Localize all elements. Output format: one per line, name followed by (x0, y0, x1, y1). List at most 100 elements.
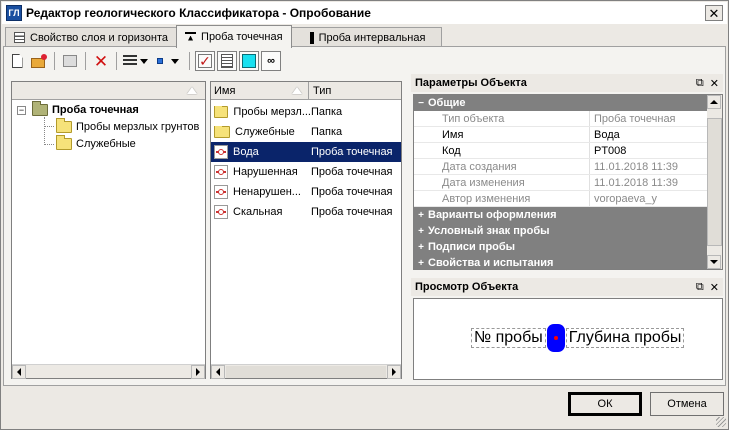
app-icon: ГЛ (6, 5, 22, 21)
tab-interval-sample[interactable]: Проба интервальная (290, 27, 443, 47)
column-header-type[interactable]: Тип (309, 85, 331, 97)
scroll-right-button[interactable] (191, 364, 205, 379)
tab-strip: Свойство слоя и горизонта Проба точечная… (5, 25, 443, 48)
ok-button[interactable]: ОК (568, 392, 642, 416)
property-group-symbol[interactable]: + Условный знак пробы (414, 223, 707, 239)
tree-item-service[interactable]: Служебные (56, 135, 136, 153)
chevron-down-icon (170, 58, 179, 64)
property-row[interactable]: Имя Вода (414, 127, 707, 143)
layers-icon (14, 32, 25, 43)
close-icon[interactable]: ✕ (710, 281, 719, 294)
add-folder-button[interactable] (29, 51, 49, 71)
scroll-thumb[interactable] (226, 365, 386, 378)
list-item[interactable]: Скальная Проба точечная (211, 202, 401, 222)
point-style-button[interactable] (154, 51, 184, 71)
scroll-left-button[interactable] (12, 364, 26, 379)
dock-icon[interactable]: ⧉ (696, 77, 704, 90)
sort-icon (292, 87, 302, 94)
tree-hscrollbar[interactable] (12, 364, 205, 379)
scroll-left-button[interactable] (211, 364, 225, 379)
color-button[interactable] (239, 51, 259, 71)
check-button[interactable]: ✓ (195, 51, 215, 71)
scroll-down-button[interactable] (707, 255, 721, 269)
sample-icon (214, 205, 228, 219)
preview-title-bar: Просмотр Объекта ⧉ ✕ (411, 278, 723, 296)
text-button[interactable] (217, 51, 237, 71)
list-item[interactable]: Ненарушен... Проба точечная (211, 182, 401, 202)
list-item-selected[interactable]: Вода Проба точечная (211, 142, 401, 162)
property-vscrollbar[interactable] (707, 95, 722, 269)
collapse-icon[interactable]: − (17, 105, 26, 115)
find-button[interactable]: ∞ (261, 51, 281, 71)
tree-line (44, 126, 54, 127)
text-icon (221, 54, 233, 68)
list-item[interactable]: Служебные Папка (211, 122, 401, 142)
arrow-right-icon (196, 367, 200, 376)
scroll-thumb[interactable] (707, 118, 722, 246)
tree-item-root[interactable]: − Проба точечная (17, 101, 139, 119)
move-up-button[interactable] (60, 51, 80, 71)
tree-item-frozen-soils[interactable]: Пробы мерзлых грунтов (56, 118, 199, 136)
tree-pane[interactable]: − Проба точечная Пробы мерзлых грунтов С… (11, 81, 206, 379)
toolbar-separator (189, 52, 190, 70)
arrow-down-icon (710, 260, 718, 264)
close-window-button[interactable]: ✕ (705, 5, 723, 21)
sample-marker-icon (546, 324, 565, 352)
binoculars-icon: ∞ (267, 55, 275, 67)
dock-icon[interactable]: ⧉ (696, 281, 704, 294)
folder-icon (214, 126, 230, 138)
list-item[interactable]: Нарушенная Проба точечная (211, 162, 401, 182)
property-grid[interactable]: − Общие Тип объекта Проба точечная Имя В… (413, 94, 723, 270)
resize-grip[interactable] (716, 417, 726, 427)
sample-icon (214, 165, 228, 179)
property-row: Дата изменения 11.01.2018 11:39 (414, 175, 707, 191)
tab-point-sample[interactable]: Проба точечная (176, 25, 292, 48)
sample-icon (214, 145, 228, 159)
add-folder-icon (31, 54, 47, 68)
arrow-up-icon (710, 100, 718, 104)
list-pane[interactable]: Имя Тип Пробы мерзл... Папка Служебные П… (210, 81, 402, 379)
folder-open-icon (32, 101, 48, 116)
editor-window: ГЛ Редактор геологического Классификатор… (0, 0, 729, 430)
tree-line (44, 144, 54, 145)
expand-icon: + (418, 225, 424, 237)
properties-panel: Параметры Объекта ⧉ ✕ − Общие Тип объект… (411, 74, 723, 271)
list-view-button[interactable] (122, 51, 152, 71)
tree-header[interactable] (12, 82, 205, 100)
expand-icon: + (418, 257, 424, 269)
toolbar-separator (54, 52, 55, 70)
color-icon (242, 54, 256, 68)
chevron-down-icon (140, 58, 148, 64)
property-group-styles[interactable]: + Варианты оформления (414, 207, 707, 223)
delete-button[interactable]: ✕ (91, 51, 111, 71)
move-up-icon (63, 55, 77, 67)
list-hscrollbar[interactable] (211, 364, 401, 379)
arrow-left-icon (17, 367, 21, 376)
cancel-button[interactable]: Отмена (650, 392, 724, 416)
window-title: Редактор геологического Классификатора -… (26, 6, 371, 20)
property-group-labels[interactable]: + Подписи пробы (414, 239, 707, 255)
properties-title-bar: Параметры Объекта ⧉ ✕ (411, 74, 723, 92)
delete-icon: ✕ (93, 51, 109, 71)
folder-icon (214, 106, 229, 118)
sample-number-label: № пробы (471, 328, 546, 348)
property-row[interactable]: Код PT008 (414, 143, 707, 159)
column-header-name[interactable]: Имя (211, 82, 309, 99)
scroll-right-button[interactable] (387, 364, 401, 379)
property-group-general[interactable]: − Общие (414, 95, 707, 111)
expand-icon: + (418, 209, 424, 221)
property-row: Дата создания 11.01.2018 11:39 (414, 159, 707, 175)
folder-icon (56, 135, 72, 150)
toolbar-separator (116, 52, 117, 70)
new-button[interactable] (7, 51, 27, 71)
tree-line (44, 117, 45, 145)
arrow-right-icon (392, 367, 396, 376)
scroll-up-button[interactable] (707, 95, 721, 109)
expand-icon: + (418, 241, 424, 253)
title-bar[interactable]: ГЛ Редактор геологического Классификатор… (2, 2, 727, 24)
close-icon[interactable]: ✕ (710, 77, 719, 90)
property-group-tests[interactable]: + Свойства и испытания (414, 255, 707, 269)
toolbar: ✕ ✓ ∞ (7, 49, 281, 73)
list-item[interactable]: Пробы мерзл... Папка (211, 102, 401, 122)
tab-layer-properties[interactable]: Свойство слоя и горизонта (5, 27, 178, 47)
